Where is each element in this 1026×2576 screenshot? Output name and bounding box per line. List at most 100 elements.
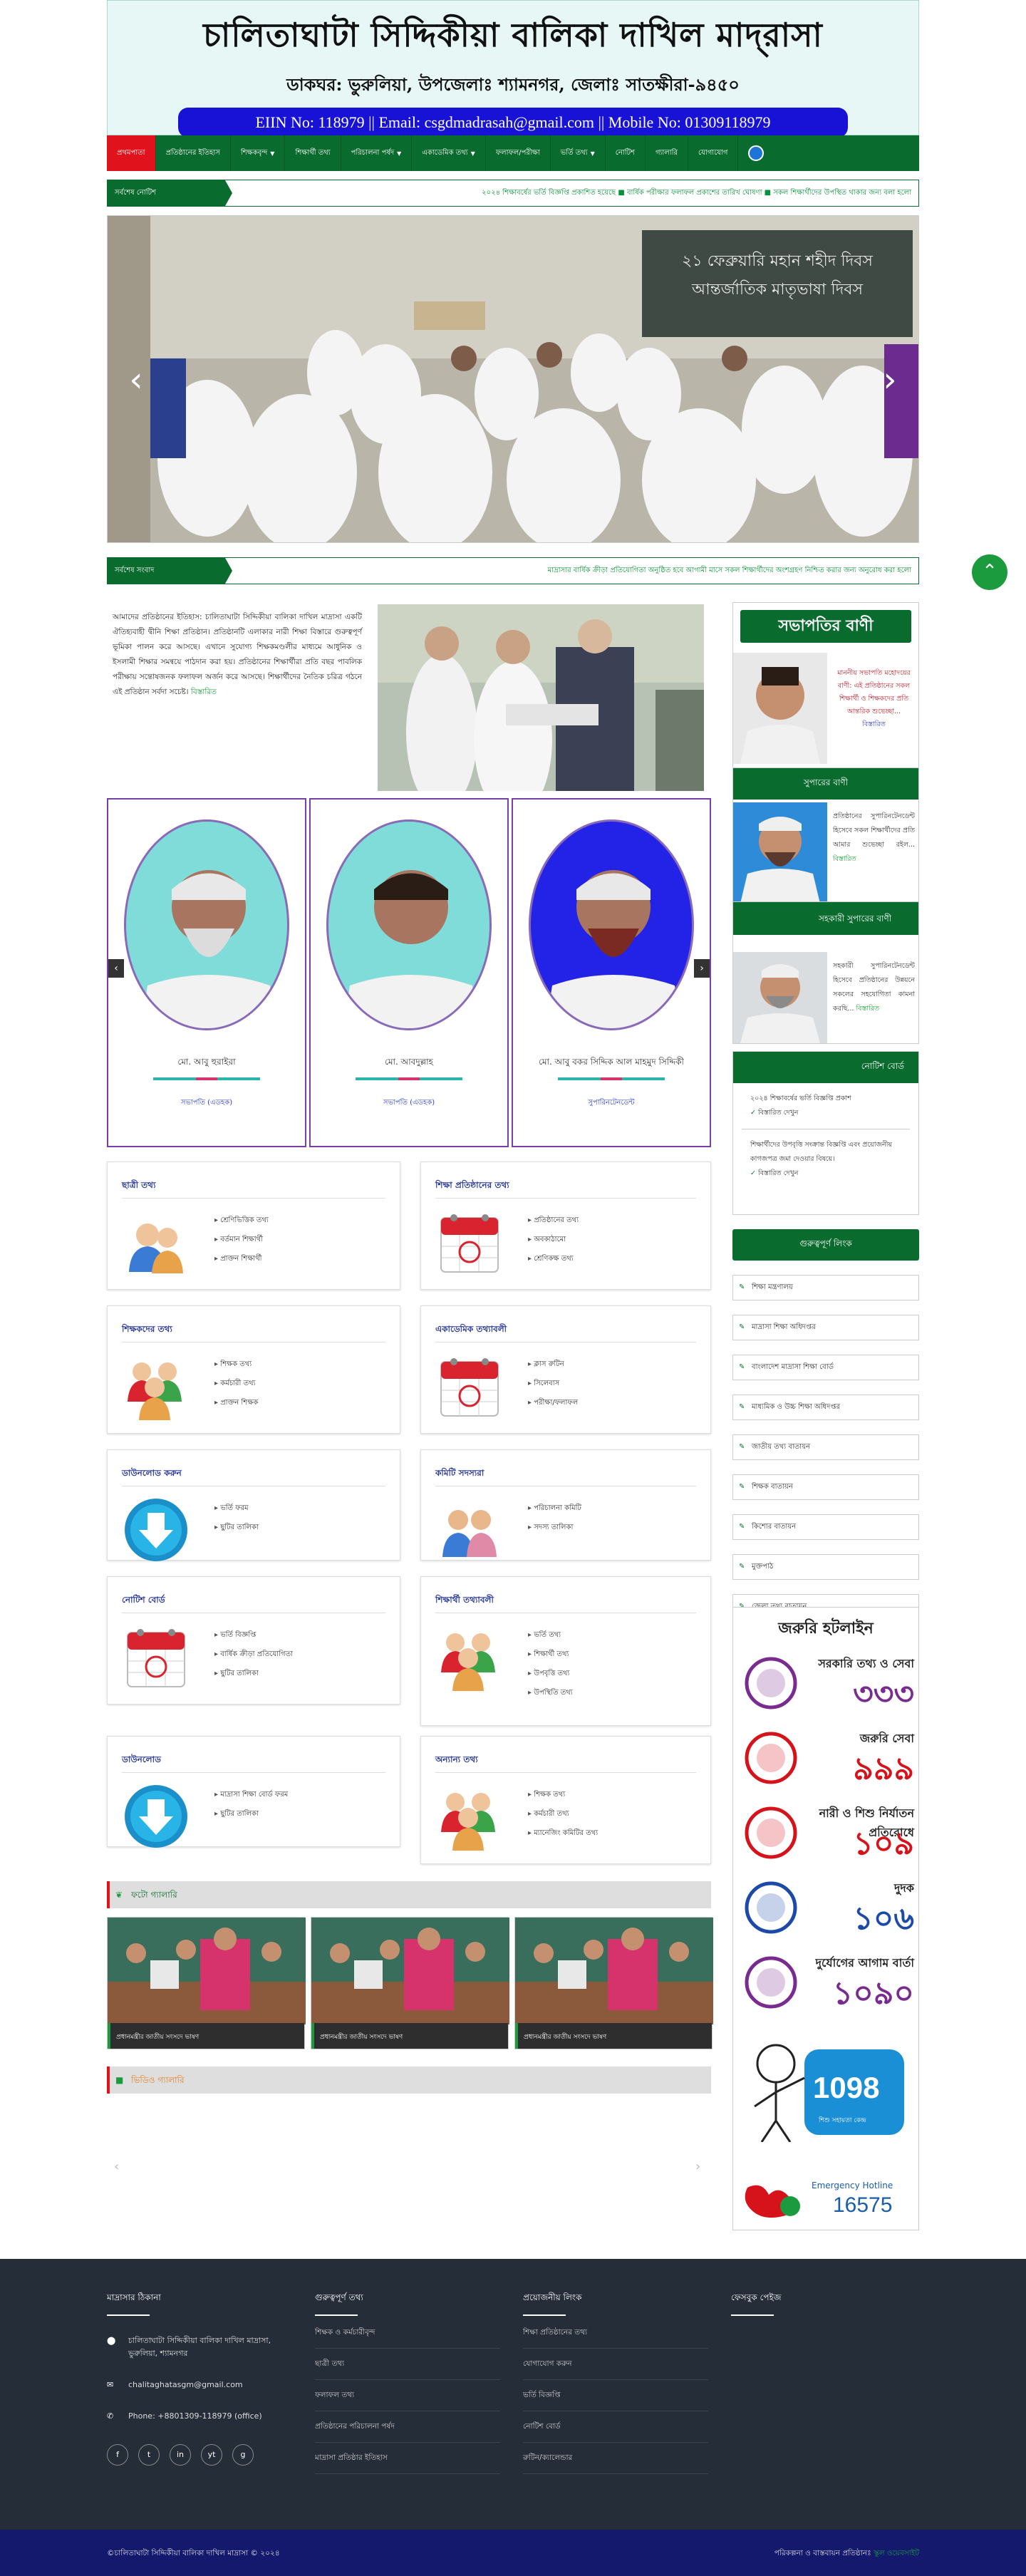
- info-box-link[interactable]: কর্মচারী তথ্য: [528, 1809, 598, 1821]
- info-box-link[interactable]: প্রাক্তন শিক্ষার্থী: [214, 1253, 269, 1266]
- user-icon[interactable]: [748, 145, 765, 161]
- info-box-link[interactable]: সদস্য তালিকা: [528, 1522, 581, 1534]
- social-icon[interactable]: yt: [201, 2444, 222, 2466]
- leaf-icon: ❦: [115, 1890, 123, 1900]
- footer-email[interactable]: ✉ chalitaghatasgm@gmail.com: [107, 2379, 299, 2391]
- info-box-link[interactable]: ম্যানেজিং কমিটির তথ্য: [528, 1828, 598, 1840]
- staff-card[interactable]: মো. আবদুল্লাহ সভাপতি (এডহক): [309, 798, 509, 1147]
- important-link[interactable]: কিশোর বাতায়ন: [732, 1514, 919, 1540]
- hotline-item[interactable]: সরকারি তথ্য ও সেবা ৩৩৩: [733, 1647, 920, 1719]
- gallery-item[interactable]: প্রধানমন্ত্রীর জাতীয় সংসদে ভাষণ: [311, 1917, 509, 2049]
- info-box-link[interactable]: সিলেবাস: [528, 1378, 578, 1390]
- info-box-link[interactable]: পরিচালনা কমিটি: [528, 1503, 581, 1515]
- footer-phone[interactable]: ✆ Phone: +8801309-118979 (office): [107, 2410, 299, 2423]
- info-box-link[interactable]: শ্রেণিকক্ষ তথ্য: [528, 1253, 579, 1266]
- footer-link[interactable]: মাদ্রাসা প্রতিষ্ঠার ইতিহাস: [315, 2453, 500, 2474]
- staff-card[interactable]: মো. আবু হুরাইরা সভাপতি (এডহক): [107, 798, 306, 1147]
- staff-next-button[interactable]: ›: [694, 959, 710, 978]
- child-help-banner[interactable]: 1098 শিশু সহায়তা কেন্দ্র: [747, 2035, 904, 2143]
- important-link[interactable]: বাংলাদেশ মাদ্রাসা শিক্ষা বোর্ড: [732, 1355, 919, 1380]
- footer-link[interactable]: ছাত্রী তথ্য: [315, 2359, 500, 2380]
- slider-next-button[interactable]: ›: [876, 358, 904, 401]
- info-box-link[interactable]: ছুটির তালিকা: [214, 1668, 293, 1680]
- video-next-arrow[interactable]: ›: [695, 2159, 700, 2174]
- nav-item[interactable]: শিক্ষকবৃন্দ ▼: [231, 135, 286, 171]
- info-box-link[interactable]: প্রতিষ্ঠানের তথ্য: [528, 1215, 579, 1227]
- nav-item[interactable]: পরিচালনা পর্ষদ ▼: [341, 135, 413, 171]
- info-box-link[interactable]: ছুটির তালিকা: [214, 1522, 259, 1534]
- info-box-link[interactable]: শিক্ষক তথ্য: [214, 1359, 258, 1371]
- social-icon[interactable]: f: [107, 2444, 128, 2466]
- info-box-link[interactable]: শিক্ষক তথ্য: [528, 1789, 598, 1801]
- info-box-link[interactable]: ছুটির তালিকা: [214, 1809, 288, 1821]
- important-link[interactable]: শিক্ষা মন্ত্রণালয়: [732, 1275, 919, 1300]
- footer-link[interactable]: ভর্তি বিজ্ঞপ্তি: [523, 2390, 708, 2411]
- footer-link[interactable]: যোগাযোগ করুন: [523, 2359, 708, 2380]
- footer-link[interactable]: রুটিন/ক্যালেন্ডার: [523, 2453, 708, 2474]
- nav-item-label: ভর্তি তথ্য: [560, 148, 588, 157]
- ticker-text[interactable]: ২০২৪ শিক্ষাবর্ষের ভর্তি বিজ্ঞপ্তি প্রকাশ…: [225, 187, 918, 200]
- nav-item[interactable]: প্রথমপাতা: [107, 135, 156, 171]
- notice-item[interactable]: ২০২৪ শিক্ষাবর্ষের ভর্তি বিজ্ঞপ্তি প্রকাশ…: [733, 1083, 918, 1129]
- footer-link[interactable]: নোটিশ বোর্ড: [523, 2421, 708, 2443]
- notice-item[interactable]: শিক্ষার্থীদের উপবৃত্তি সংক্রান্ত বিজ্ঞপ্…: [733, 1129, 918, 1189]
- gallery-item[interactable]: প্রধানমন্ত্রীর জাতীয় সংসদে ভাষণ: [107, 1917, 306, 2049]
- info-box-link[interactable]: উপবৃত্তি তথ্য: [528, 1668, 573, 1680]
- info-box-link[interactable]: শ্রেণিভিত্তিক তথ্য: [214, 1215, 269, 1227]
- hotline-item[interactable]: দুদক ১০৬: [733, 1872, 920, 1943]
- important-link[interactable]: শিক্ষক বাতায়ন: [732, 1474, 919, 1500]
- info-box-link[interactable]: উপস্থিতি তথ্য: [528, 1687, 572, 1700]
- nav-item[interactable]: ফলাফল/পরীক্ষা: [486, 135, 551, 171]
- scroll-to-top-button[interactable]: ⌃: [972, 554, 1007, 590]
- nav-item[interactable]: প্রতিষ্ঠানের ইতিহাস: [156, 135, 231, 171]
- info-box-link[interactable]: ভর্তি বিজ্ঞপ্তি: [214, 1630, 293, 1642]
- important-link[interactable]: মাধ্যমিক ও উচ্চ শিক্ষা অধিদপ্তর: [732, 1395, 919, 1420]
- info-box-link[interactable]: বার্ষিক ক্রীড়া প্রতিযোগিতা: [214, 1649, 293, 1661]
- info-box-link[interactable]: মাদ্রাসা শিক্ষা বোর্ড ফরম: [214, 1789, 288, 1801]
- info-box-link[interactable]: বর্তমান শিক্ষার্থী: [214, 1234, 269, 1246]
- nav-item[interactable]: শিক্ষার্থী তথ্য: [285, 135, 341, 171]
- footer-link[interactable]: ফলাফল তথ্য: [315, 2390, 500, 2411]
- video-prev-arrow[interactable]: ‹: [114, 2159, 119, 2174]
- info-box-link[interactable]: ক্লাস রুটিন: [528, 1359, 578, 1371]
- info-box-link[interactable]: কর্মচারী তথ্য: [214, 1378, 258, 1390]
- info-box-list: ক্লাস রুটিন সিলেবাস পরীক্ষা/ফলাফল: [528, 1359, 578, 1417]
- nav-item-label: শিক্ষকবৃন্দ: [240, 148, 268, 157]
- footer-link[interactable]: শিক্ষক ও কর্মচারীবৃন্দ: [315, 2327, 500, 2349]
- nav-item[interactable]: যোগাযোগ: [688, 135, 739, 171]
- message-more-link[interactable]: বিস্তারিত: [833, 718, 915, 731]
- social-icon[interactable]: t: [138, 2444, 160, 2466]
- social-icon[interactable]: g: [232, 2444, 254, 2466]
- staff-prev-button[interactable]: ‹: [108, 959, 124, 978]
- super-message-more[interactable]: বিস্তারিত: [833, 855, 856, 863]
- important-link[interactable]: জাতীয় তথ্য বাতায়ন: [732, 1434, 919, 1460]
- info-box-link[interactable]: শিক্ষার্থী তথ্য: [528, 1649, 573, 1661]
- important-link[interactable]: মুক্তপাঠ: [732, 1554, 919, 1580]
- footer-link[interactable]: প্রতিষ্ঠানের পরিচালনা পর্ষদ: [315, 2421, 500, 2443]
- info-box-link[interactable]: ভর্তি ফরম: [214, 1503, 259, 1515]
- hotline-item[interactable]: দুর্যোগের আগাম বার্তা ১০৯০: [733, 1947, 920, 2018]
- hotline-item[interactable]: জরুরি সেবা ৯৯৯: [733, 1722, 920, 1794]
- nav-item[interactable]: নোটিশ: [606, 135, 646, 171]
- assistant-message-more[interactable]: বিস্তারিত: [856, 1005, 879, 1013]
- footer-link[interactable]: শিক্ষা প্রতিষ্ঠানের তথ্য: [523, 2327, 708, 2349]
- nav-item[interactable]: ভর্তি তথ্য ▼: [551, 135, 606, 171]
- ticker-text[interactable]: মাদ্রাসার বার্ষিক ক্রীড়া প্রতিযোগিতা অন…: [225, 565, 918, 577]
- info-box-link[interactable]: পরীক্ষা/ফলাফল: [528, 1397, 578, 1409]
- info-box-link[interactable]: ভর্তি তথ্য: [528, 1630, 573, 1642]
- nav-item[interactable]: একাডেমিক তথ্য ▼: [412, 135, 486, 171]
- hotline-item[interactable]: নারী ও শিশু নির্যাতন প্রতিরোধে ১০৯: [733, 1797, 920, 1868]
- staff-card[interactable]: মো. আবু বকর সিদ্দিক আল মাহমুদ সিদ্দিকী সু…: [512, 798, 711, 1147]
- info-box-link[interactable]: প্রাক্তন শিক্ষক: [214, 1397, 258, 1409]
- developer-link[interactable]: স্কুল ওয়েবসাইট: [874, 2549, 919, 2557]
- important-link[interactable]: মাদ্রাসা শিক্ষা অধিদপ্তর: [732, 1315, 919, 1340]
- info-box-link[interactable]: অবকাঠামো: [528, 1234, 579, 1246]
- gallery-item[interactable]: প্রধানমন্ত্রীর জাতীয় সংসদে ভাষণ: [514, 1917, 713, 2049]
- about-more-link[interactable]: বিস্তারিত: [191, 688, 217, 696]
- social-icon[interactable]: in: [170, 2444, 191, 2466]
- emergency-banner[interactable]: Emergency Hotline 16575: [740, 2178, 911, 2223]
- slider-prev-button[interactable]: ‹: [122, 358, 150, 401]
- info-box-title: শিক্ষকদের তথ্য: [122, 1324, 172, 1334]
- super-message-head: সুপারের বাণী: [733, 768, 918, 800]
- nav-item[interactable]: গ্যালারি: [646, 135, 689, 171]
